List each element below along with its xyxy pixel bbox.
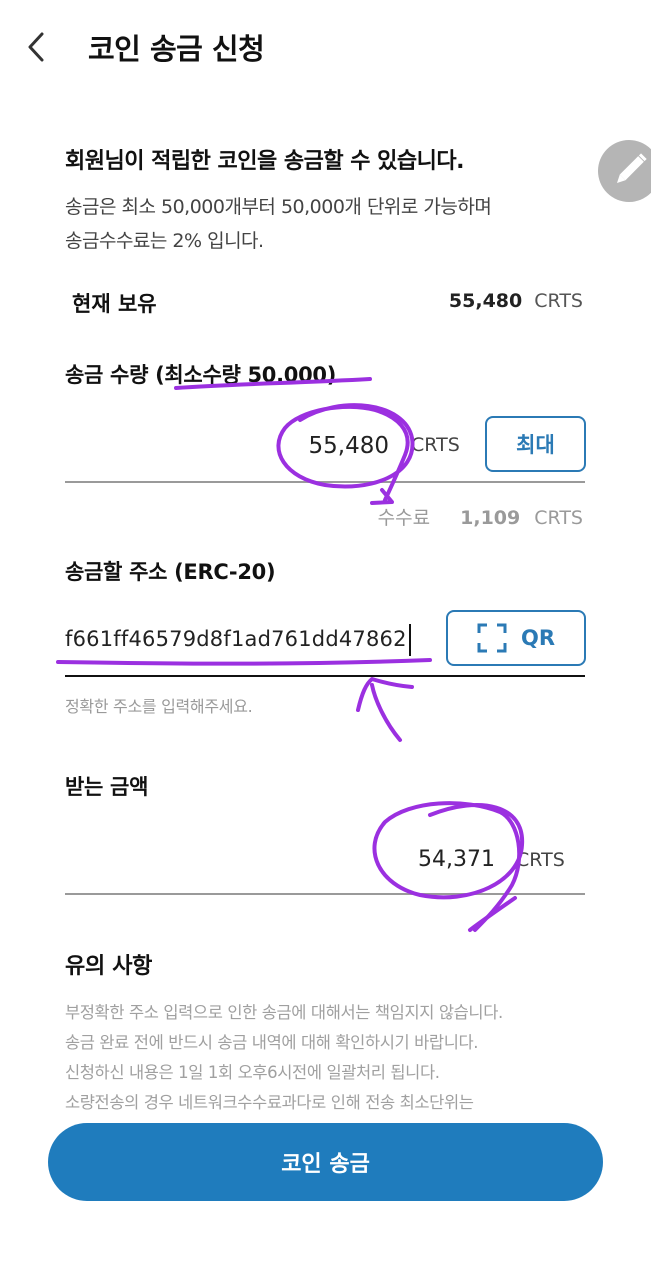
send-coin-button[interactable]: 코인 송금: [48, 1123, 603, 1201]
amount-label: 송금 수량 (최소수량 50,000): [65, 363, 337, 387]
qr-scan-icon: [477, 623, 507, 653]
chevron-left-icon: [28, 32, 44, 62]
fee-value: 1,109: [460, 507, 521, 529]
notice-line: 소량전송의 경우 네트워크수수료과다로 인해 전송 최소단위는: [65, 1093, 474, 1112]
back-button[interactable]: [14, 20, 58, 72]
address-label: 송금할 주소 (ERC-20): [65, 560, 276, 584]
notice-line: 신청하신 내용은 1일 1회 오후6시전에 일괄처리 됩니다.: [65, 1063, 440, 1082]
arrow-annotation-amount: [370, 488, 394, 505]
text-cursor: [408, 624, 411, 656]
address-underline: [65, 675, 585, 677]
holding-label: 현재 보유: [72, 292, 157, 316]
notice-line: 송금 완료 전에 반드시 송금 내역에 대해 확인하시기 바랍니다.: [65, 1033, 479, 1052]
intro-desc-line: 송금은 최소 50,000개부터 50,000개 단위로 가능하며: [65, 196, 492, 218]
holding-unit: CRTS: [534, 290, 583, 312]
holding-amount: 55,480: [448, 290, 523, 312]
max-button[interactable]: 최대: [485, 416, 586, 472]
intro-desc-line: 송금수수료는 2% 입니다.: [65, 230, 264, 252]
amount-input[interactable]: 55,480: [309, 433, 389, 459]
fee-unit: CRTS: [534, 507, 583, 529]
fee-label: 수수료: [377, 507, 431, 529]
address-input[interactable]: f661ff46579d8f1ad761dd47862: [65, 624, 411, 656]
underline-annotation-address: [56, 658, 432, 666]
qr-scan-button[interactable]: QR: [446, 610, 586, 666]
receive-amount: 54,371: [418, 847, 495, 872]
page-title: 코인 송금 신청: [88, 32, 265, 66]
amount-unit: CRTS: [411, 434, 460, 456]
fee-row: 수수료 1,109 CRTS: [378, 503, 583, 530]
arrow-annotation-receive: [468, 896, 517, 932]
notice-title: 유의 사항: [65, 954, 153, 979]
holding-value: 55,480 CRTS: [449, 290, 583, 312]
receive-underline: [65, 893, 585, 895]
arrow-annotation-address: [356, 677, 414, 742]
intro-description: 송금은 최소 50,000개부터 50,000개 단위로 가능하며 송금수수료는…: [65, 190, 585, 258]
receive-label: 받는 금액: [65, 775, 149, 799]
address-hint: 정확한 주소를 입력해주세요.: [65, 697, 253, 716]
qr-button-label: QR: [520, 626, 556, 650]
notice-list: 부정확한 주소 입력으로 인한 송금에 대해서는 책임지지 않습니다. 송금 완…: [65, 998, 595, 1118]
receive-unit: CRTS: [516, 849, 565, 871]
intro-heading: 회원님이 적립한 코인을 송금할 수 있습니다.: [65, 149, 464, 174]
notice-line: 부정확한 주소 입력으로 인한 송금에 대해서는 책임지지 않습니다.: [65, 1003, 503, 1022]
address-text: f661ff46579d8f1ad761dd47862: [65, 627, 407, 651]
edit-fab-button[interactable]: [598, 140, 651, 202]
amount-underline: [65, 481, 585, 483]
pencil-icon: [616, 153, 647, 184]
